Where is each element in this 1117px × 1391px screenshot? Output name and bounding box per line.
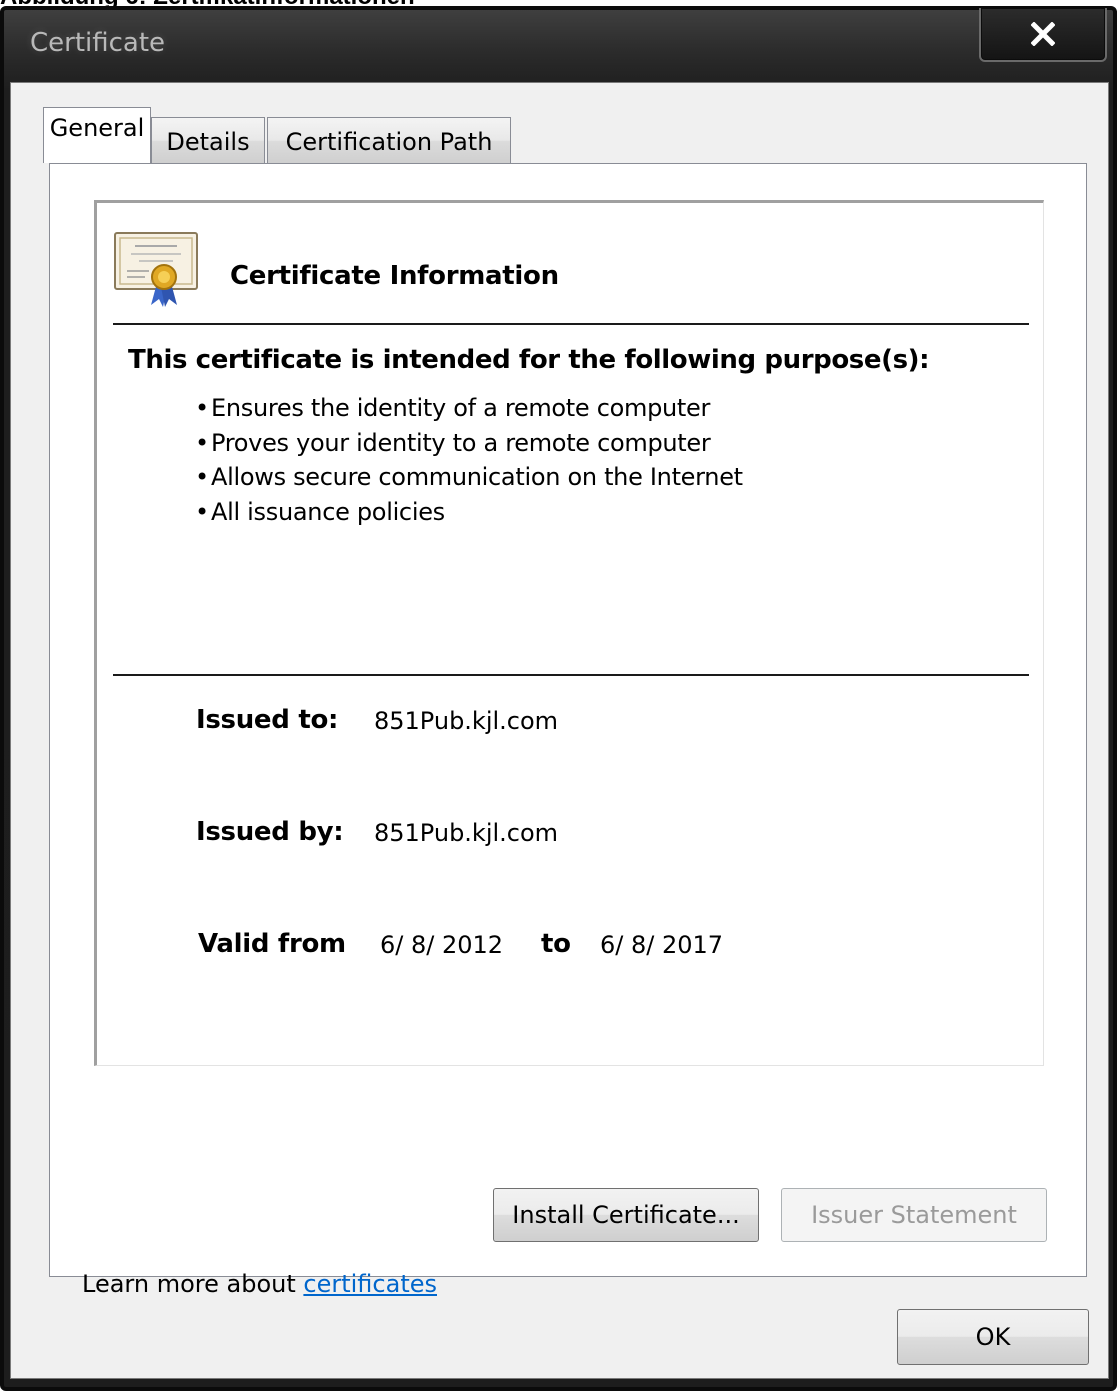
dialog-client-area: General Details Certification Path Certi…	[10, 82, 1109, 1379]
certificate-info-box: Certificate Information This certificate…	[94, 200, 1044, 1066]
install-certificate-button[interactable]: Install Certificate...	[493, 1188, 759, 1242]
issued-to-label: Issued to:	[196, 705, 339, 735]
valid-to-label: to	[541, 929, 571, 959]
purpose-text: Proves your identity to a remote compute…	[211, 428, 711, 457]
tab-general[interactable]: General	[43, 107, 151, 163]
general-tab-panel: Certificate Information This certificate…	[49, 163, 1087, 1298]
window-title: Certificate	[30, 28, 166, 58]
purpose-text: Ensures the identity of a remote compute…	[211, 394, 711, 422]
issuer-statement-button: Issuer Statement	[781, 1188, 1047, 1242]
certificates-link[interactable]: certificates	[303, 1270, 437, 1298]
certificate-icon	[114, 232, 198, 307]
valid-to-value: 6/ 8/ 2017	[600, 931, 724, 959]
bullet-icon: •	[195, 394, 209, 422]
bullet-icon: •	[195, 428, 209, 457]
list-item: •Proves your identity to a remote comput…	[195, 426, 743, 461]
valid-from-label: Valid from	[198, 929, 346, 959]
issued-by-label: Issued by:	[196, 817, 344, 847]
purpose-text: All issuance policies	[211, 497, 445, 526]
learn-more-prefix: Learn more about	[82, 1270, 304, 1298]
bullet-icon: •	[195, 497, 209, 526]
list-item: •All issuance policies	[195, 495, 743, 530]
issued-to-value[interactable]: 851Pub.kjl.com	[374, 707, 558, 735]
ok-button[interactable]: OK	[897, 1309, 1089, 1365]
learn-more-text: Learn more about certificates	[82, 1270, 437, 1298]
list-item: •Ensures the identity of a remote comput…	[195, 391, 743, 426]
certificate-dialog: Certificate General Details Certificatio…	[0, 6, 1117, 1391]
close-button[interactable]	[979, 8, 1107, 62]
certificate-info-title: Certificate Information	[230, 261, 559, 291]
issued-by-value[interactable]: 851Pub.kjl.com	[374, 819, 558, 847]
list-item: •Allows secure communication on the Inte…	[195, 460, 743, 495]
valid-from-value: 6/ 8/ 2012	[380, 931, 504, 959]
bullet-icon: •	[195, 463, 209, 491]
purpose-heading: This certificate is intended for the fol…	[128, 345, 930, 375]
divider-top	[113, 323, 1029, 325]
close-icon	[1031, 22, 1055, 46]
purpose-text: Allows secure communication on the Inter…	[211, 463, 743, 491]
purpose-list: •Ensures the identity of a remote comput…	[195, 391, 743, 529]
tab-details[interactable]: Details	[151, 117, 265, 163]
tab-certification-path[interactable]: Certification Path	[267, 117, 511, 163]
divider-bottom	[113, 674, 1029, 676]
